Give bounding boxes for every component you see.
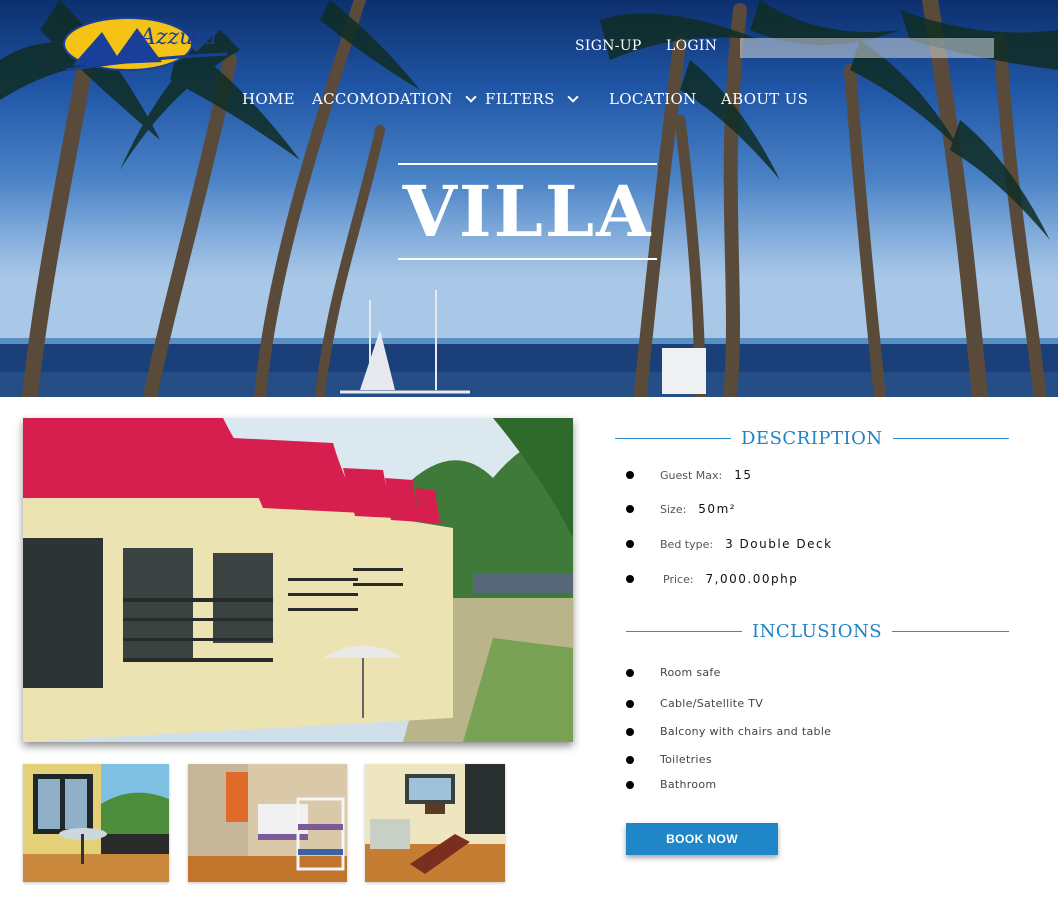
hero-banner: Azzura SIGN-UP LOGIN HOME ACCOMODATION F… <box>0 0 1058 397</box>
bullet-icon <box>626 471 634 479</box>
thumbnail-balcony[interactable] <box>23 764 169 882</box>
bullet-icon <box>626 575 634 583</box>
nav-home[interactable]: HOME <box>242 90 295 108</box>
main-villa-photo[interactable] <box>23 418 573 742</box>
list-item: Cable/Satellite TV <box>626 697 763 710</box>
inclusion-label: Room safe <box>660 666 721 679</box>
nav-accomodation-label: ACCOMODATION <box>312 90 453 108</box>
book-now-button[interactable]: BOOK NOW <box>626 823 778 855</box>
bullet-icon <box>626 505 634 513</box>
chevron-down-icon[interactable] <box>567 90 579 103</box>
hero-divider-bottom <box>398 258 657 260</box>
bullet-icon <box>626 780 634 789</box>
nav-filters-label: FILTERS <box>485 90 555 108</box>
thumbnail-bedroom[interactable] <box>188 764 347 882</box>
hero-divider-top <box>398 163 657 165</box>
thumbnail-living-room[interactable] <box>365 764 505 882</box>
divider-line <box>615 438 731 439</box>
bullet-icon <box>626 668 634 677</box>
info-row-price: Price: 7,000.00php <box>626 572 798 586</box>
info-value: 7,000.00php <box>705 572 799 586</box>
inclusion-label: Bathroom <box>660 778 717 791</box>
description-header: DESCRIPTION <box>615 428 1009 449</box>
bullet-icon <box>626 755 634 764</box>
nav-filters[interactable]: FILTERS <box>485 90 579 108</box>
info-label: Guest Max: <box>660 468 723 482</box>
logo-icon[interactable]: Azzura <box>62 14 232 76</box>
nav-location[interactable]: LOCATION <box>609 90 697 108</box>
inclusion-label: Cable/Satellite TV <box>660 697 764 710</box>
inclusion-label: Balcony with chairs and table <box>660 725 832 738</box>
info-value: 3 Double Deck <box>725 537 833 551</box>
login-link[interactable]: LOGIN <box>666 38 717 54</box>
description-heading: DESCRIPTION <box>741 428 883 449</box>
chevron-down-icon[interactable] <box>465 90 477 103</box>
info-value: 50m² <box>698 502 737 516</box>
list-item: Bathroom <box>626 778 716 791</box>
signup-link[interactable]: SIGN-UP <box>575 38 642 54</box>
inclusion-label: Toiletries <box>660 753 712 766</box>
nav-accomodation[interactable]: ACCOMODATION <box>312 90 477 108</box>
divider-line <box>892 438 1009 439</box>
info-value: 15 <box>734 468 753 482</box>
page-title: VILLA <box>402 170 653 253</box>
info-row-guest-max: Guest Max: 15 <box>626 468 753 482</box>
logo-text: Azzura <box>138 25 217 50</box>
info-row-size: Size: 50m² <box>626 502 736 516</box>
info-label: Bed type: <box>660 537 714 551</box>
bullet-icon <box>626 727 634 736</box>
list-item: Room safe <box>626 666 721 679</box>
inclusions-header: INCLUSIONS <box>626 621 1009 642</box>
info-label: Price: <box>663 572 694 586</box>
bullet-icon <box>626 699 634 708</box>
divider-line <box>892 631 1009 632</box>
info-label: Size: <box>660 502 687 516</box>
list-item: Toiletries <box>626 753 712 766</box>
divider-line <box>626 631 742 632</box>
nav-about-us[interactable]: ABOUT US <box>721 90 808 108</box>
info-row-bed-type: Bed type: 3 Double Deck <box>626 537 833 551</box>
search-input[interactable] <box>740 38 994 58</box>
bullet-icon <box>626 540 634 548</box>
list-item: Balcony with chairs and table <box>626 725 831 738</box>
inclusions-heading: INCLUSIONS <box>752 621 883 642</box>
